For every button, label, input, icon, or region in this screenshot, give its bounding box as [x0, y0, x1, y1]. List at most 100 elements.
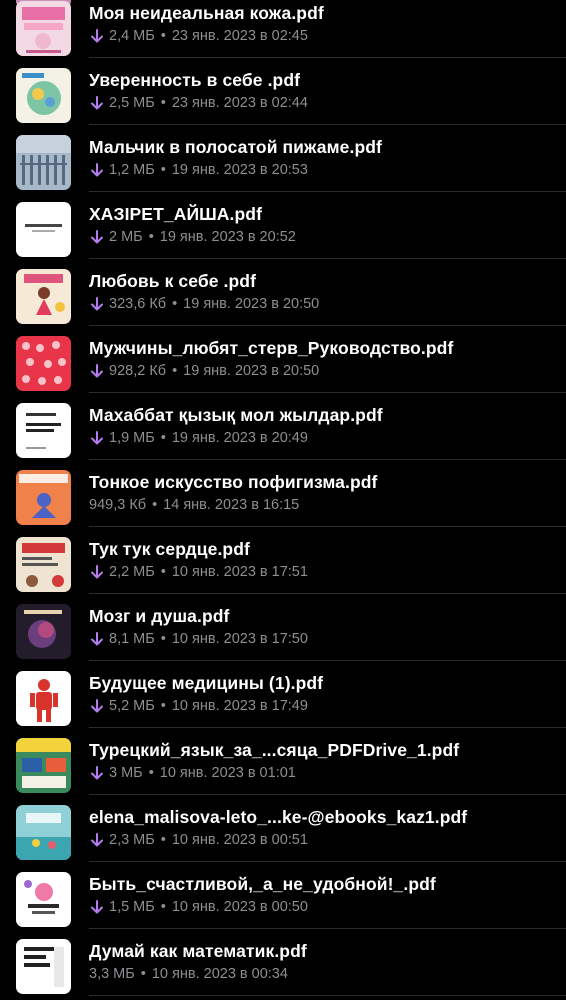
file-meta: 1,9 МБ • 19 янв. 2023 в 20:49 [89, 429, 308, 447]
download-arrow-icon [89, 363, 105, 379]
file-date: 19 янв. 2023 в 20:53 [171, 162, 308, 178]
file-row[interactable]: Тук тук сердце.pdf 2,2 МБ • 10 янв. 2023 в … [0, 527, 566, 594]
pdf-thumbnail[interactable] [16, 939, 71, 994]
file-name: Мужчины_любят_стерв_Руководство.pdf [89, 338, 454, 358]
file-date: 10 янв. 2023 в 17:51 [171, 564, 308, 580]
meta-separator: • [172, 363, 178, 379]
meta-separator: • [160, 28, 166, 44]
file-meta: 323,6 Кб • 19 янв. 2023 в 20:50 [89, 295, 319, 313]
file-date: 19 янв. 2023 в 20:49 [171, 430, 308, 446]
file-meta: 2,5 МБ • 23 янв. 2023 в 02:44 [89, 94, 308, 112]
file-row[interactable]: elena_malisova-leto_...ke-@ebooks_kaz1.p… [0, 795, 566, 862]
file-meta: 8,1 МБ • 10 янв. 2023 в 17:50 [89, 630, 308, 648]
meta-separator: • [152, 497, 158, 513]
pdf-thumbnail[interactable] [16, 671, 71, 726]
pdf-thumbnail[interactable] [16, 805, 71, 860]
pdf-thumbnail[interactable] [16, 872, 71, 927]
file-name: Думай как математик.pdf [89, 941, 307, 961]
download-arrow-icon [89, 430, 105, 446]
file-row[interactable]: Мальчик в полосатой пижаме.pdf 1,2 МБ • 19 … [0, 125, 566, 192]
download-arrow-icon [89, 698, 105, 714]
pdf-thumbnail[interactable] [16, 738, 71, 793]
file-size: 8,1 МБ [109, 631, 155, 647]
file-row[interactable]: Любовь к себе .pdf 323,6 Кб • 19 янв. 2023 … [0, 259, 566, 326]
file-name: Любовь к себе .pdf [89, 271, 256, 291]
file-row[interactable]: Быть_счастливой,_а_не_удобной!_.pdf 1,5 М… [0, 862, 566, 929]
meta-separator: • [160, 832, 166, 848]
file-row[interactable]: Махаббат қызық мол жылдар.pdf 1,9 МБ • 19 я… [0, 393, 566, 460]
download-arrow-icon [89, 229, 105, 245]
file-size: 2,3 МБ [109, 832, 155, 848]
file-row[interactable]: Думай как математик.pdf 3,3 МБ • 10 янв. 20… [0, 929, 566, 996]
pdf-thumbnail[interactable] [16, 470, 71, 525]
pdf-thumbnail[interactable] [16, 269, 71, 324]
pdf-thumbnail[interactable] [16, 135, 71, 190]
download-arrow-icon [89, 296, 105, 312]
file-row[interactable]: Турецкий_язык_за_...сяца_PDFDrive_1.pdf 3… [0, 728, 566, 795]
file-size: 1,9 МБ [109, 430, 155, 446]
file-size: 2,5 МБ [109, 95, 155, 111]
meta-separator: • [148, 229, 154, 245]
file-size: 3 МБ [109, 765, 143, 781]
file-name: Махаббат қызық мол жылдар.pdf [89, 405, 383, 425]
pdf-thumbnail[interactable] [16, 336, 71, 391]
file-meta: 1,2 МБ • 19 янв. 2023 в 20:53 [89, 161, 308, 179]
file-meta: 3,3 МБ • 10 янв. 2023 в 00:34 [89, 965, 288, 983]
file-name: Моя неидеальная кожа.pdf [89, 3, 324, 23]
file-date: 23 янв. 2023 в 02:44 [171, 95, 308, 111]
file-size: 2 МБ [109, 229, 143, 245]
file-name: Турецкий_язык_за_...сяца_PDFDrive_1.pdf [89, 740, 460, 760]
file-row[interactable]: Тонкое искусство пофигизма.pdf 949,3 Кб • 1… [0, 460, 566, 527]
pdf-thumbnail[interactable] [16, 537, 71, 592]
file-row[interactable]: Мозг и душа.pdf 8,1 МБ • 10 янв. 2023 в 17:… [0, 594, 566, 661]
download-arrow-icon [89, 564, 105, 580]
file-size: 1,5 МБ [109, 899, 155, 915]
meta-separator: • [160, 631, 166, 647]
meta-separator: • [160, 430, 166, 446]
meta-separator: • [160, 698, 166, 714]
file-row[interactable]: Моя неидеальная кожа.pdf 2,4 МБ • 23 янв. 2… [0, 0, 566, 58]
file-name: Мозг и душа.pdf [89, 606, 230, 626]
file-row[interactable]: Уверенность в себе .pdf 2,5 МБ • 23 янв. 20… [0, 58, 566, 125]
file-row[interactable]: Будущее медицины (1).pdf 5,2 МБ • 10 янв. 2… [0, 661, 566, 728]
file-row[interactable]: Мужчины_любят_стерв_Руководство.pdf 928,2… [0, 326, 566, 393]
pdf-thumbnail[interactable] [16, 68, 71, 123]
file-name: ХАЗІРЕТ_АЙША.pdf [89, 204, 263, 224]
meta-separator: • [160, 899, 166, 915]
file-meta: 2,4 МБ • 23 янв. 2023 в 02:45 [89, 27, 308, 45]
file-name: Будущее медицины (1).pdf [89, 673, 324, 693]
file-size: 2,2 МБ [109, 564, 155, 580]
file-meta: 2,3 МБ • 10 янв. 2023 в 00:51 [89, 831, 308, 849]
meta-separator: • [140, 966, 146, 982]
download-arrow-icon [89, 28, 105, 44]
pdf-thumbnail[interactable] [16, 202, 71, 257]
file-date: 14 янв. 2023 в 16:15 [163, 497, 300, 513]
pdf-thumbnail[interactable] [16, 403, 71, 458]
file-meta: 3 МБ • 10 янв. 2023 в 01:01 [89, 764, 296, 782]
meta-separator: • [148, 765, 154, 781]
pdf-thumbnail[interactable] [16, 604, 71, 659]
file-name: Мальчик в полосатой пижаме.pdf [89, 137, 382, 157]
file-date: 10 янв. 2023 в 00:34 [151, 966, 288, 982]
meta-separator: • [160, 162, 166, 178]
file-size: 949,3 Кб [89, 497, 147, 513]
file-meta: 949,3 Кб • 14 янв. 2023 в 16:15 [89, 496, 299, 514]
file-meta: 5,2 МБ • 10 янв. 2023 в 17:49 [89, 697, 308, 715]
file-date: 19 янв. 2023 в 20:52 [159, 229, 296, 245]
file-date: 23 янв. 2023 в 02:45 [171, 28, 308, 44]
pdf-thumbnail[interactable] [16, 1, 71, 56]
file-date: 10 янв. 2023 в 00:50 [171, 899, 308, 915]
meta-separator: • [160, 564, 166, 580]
file-size: 2,4 МБ [109, 28, 155, 44]
download-arrow-icon [89, 832, 105, 848]
file-meta: 928,2 Кб • 19 янв. 2023 в 20:50 [89, 362, 319, 380]
file-meta: 2,2 МБ • 10 янв. 2023 в 17:51 [89, 563, 308, 581]
file-name: elena_malisova-leto_...ke-@ebooks_kaz1.p… [89, 807, 468, 827]
download-arrow-icon [89, 631, 105, 647]
meta-separator: • [160, 95, 166, 111]
file-size: 1,2 МБ [109, 162, 155, 178]
file-name: Тук тук сердце.pdf [89, 539, 250, 559]
file-size: 3,3 МБ [89, 966, 135, 982]
file-date: 10 янв. 2023 в 17:50 [171, 631, 308, 647]
file-row[interactable]: ХАЗІРЕТ_АЙША.pdf 2 МБ • 19 янв. 2023 в 20:5… [0, 192, 566, 259]
